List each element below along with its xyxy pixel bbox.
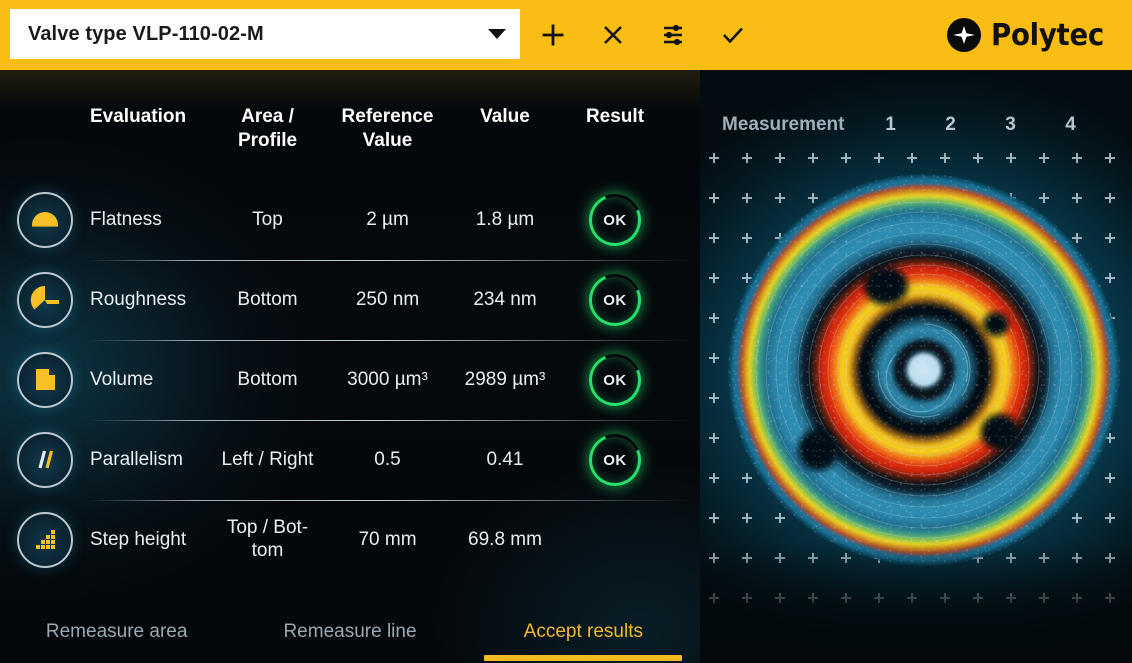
volume-page-icon[interactable] [17,352,73,408]
table-row[interactable]: Parallelism Left / Right 0.5 0.41 OK [0,420,700,500]
cell-area: Bottom [210,289,325,312]
status-badge[interactable]: OK [589,434,641,486]
measurement-tab-2[interactable]: 2 [921,114,981,136]
row-divider [88,260,692,261]
cell-evaluation: Volume [90,369,210,392]
cell-area-line2: tom [210,540,325,563]
column-header-area-profile: Area / Profile [210,105,325,153]
measurement-label: Measurement [722,114,845,136]
action-tab-bar: Remeasure area Remeasure line Accept res… [0,601,700,663]
column-header-evaluation: Evaluation [90,105,210,129]
cell-area: Left / Right [210,449,325,472]
status-badge[interactable]: OK [589,194,641,246]
measurement-panel: Measurement 1 2 3 4 [700,70,1132,663]
cell-value: 0.41 [450,449,560,472]
roughness-wedge-icon[interactable] [17,272,73,328]
polytec-wordmark: Polytec [991,18,1104,53]
tab-accept-results[interactable]: Accept results [467,601,700,663]
status-badge-label: OK [603,452,627,469]
table-row[interactable]: Flatness Top 2 µm 1.8 µm OK [0,180,700,260]
column-header-reference-value: Reference Value [325,105,450,153]
column-header-area-line2: Profile [210,129,325,153]
status-badge-label: OK [603,212,627,229]
column-header-result: Result [560,105,670,129]
add-button[interactable] [536,18,570,52]
table-row[interactable]: Roughness Bottom 250 nm 234 nm OK [0,260,700,340]
table-row[interactable]: Volume Bottom 3000 µm³ 2989 µm³ OK [0,340,700,420]
flatness-dome-icon[interactable] [17,192,73,248]
cell-value: 1.8 µm [450,209,560,232]
cell-area: Top [210,209,325,232]
main-content: Evaluation Area / Profile Reference Valu… [0,70,1132,663]
cell-evaluation: Flatness [90,209,210,232]
measurement-tab-3[interactable]: 3 [981,114,1041,136]
app-header: Valve type VLP-110-02-M [0,0,1132,70]
evaluation-results-table: Evaluation Area / Profile Reference Valu… [0,70,700,663]
confirm-button[interactable] [716,18,750,52]
cell-value: 2989 µm³ [450,369,560,392]
cell-value: 234 nm [450,289,560,312]
cell-evaluation: Roughness [90,289,210,312]
cell-evaluation: Parallelism [90,449,210,472]
column-header-area-line1: Area / [210,105,325,129]
measurement-tab-4[interactable]: 4 [1041,114,1101,136]
close-button[interactable] [596,18,630,52]
cell-area: Top / Bot- tom [210,517,325,563]
row-divider [88,420,692,421]
status-badge-label: OK [603,372,627,389]
tab-active-underline [484,655,682,661]
chevron-down-icon[interactable] [488,29,506,39]
measurement-selector: 1 2 3 4 [861,114,1101,136]
column-header-value: Value [450,105,560,129]
row-divider [88,340,692,341]
tab-label: Accept results [524,621,643,643]
valve-type-value: Valve type VLP-110-02-M [28,23,480,46]
interferometric-surface-heatmap[interactable] [728,174,1120,566]
header-action-group [536,0,750,70]
polytec-logo: Polytec [947,0,1114,70]
cell-area-line1: Top / Bot- [210,517,325,540]
application-window: Valve type VLP-110-02-M [0,0,1132,663]
cell-reference-value: 250 nm [325,289,450,312]
polytec-mark-icon [947,18,981,52]
tab-label: Remeasure line [283,621,416,643]
cell-area: Bottom [210,369,325,392]
table-body: Flatness Top 2 µm 1.8 µm OK [0,180,700,580]
step-height-bars-icon[interactable] [17,512,73,568]
status-badge-label: OK [603,292,627,309]
tab-remeasure-line[interactable]: Remeasure line [233,601,466,663]
tab-remeasure-area[interactable]: Remeasure area [0,601,233,663]
parallelism-bars-icon[interactable] [17,432,73,488]
cell-reference-value: 3000 µm³ [325,369,450,392]
cell-value: 69.8 mm [450,529,560,552]
table-row[interactable]: Step height Top / Bot- tom 70 mm 69.8 mm [0,500,700,580]
valve-type-dropdown[interactable]: Valve type VLP-110-02-M [10,9,520,59]
measurement-tab-1[interactable]: 1 [861,114,921,136]
table-header-row: Evaluation Area / Profile Reference Valu… [0,105,700,175]
settings-button[interactable] [656,18,690,52]
cell-reference-value: 70 mm [325,529,450,552]
column-header-reference-line2: Value [325,129,450,153]
cell-reference-value: 0.5 [325,449,450,472]
cell-reference-value: 2 µm [325,209,450,232]
cell-evaluation: Step height [90,529,210,552]
status-badge[interactable]: OK [589,354,641,406]
status-badge[interactable]: OK [589,274,641,326]
tab-label: Remeasure area [46,621,188,643]
column-header-reference-line1: Reference [325,105,450,129]
row-divider [88,500,692,501]
